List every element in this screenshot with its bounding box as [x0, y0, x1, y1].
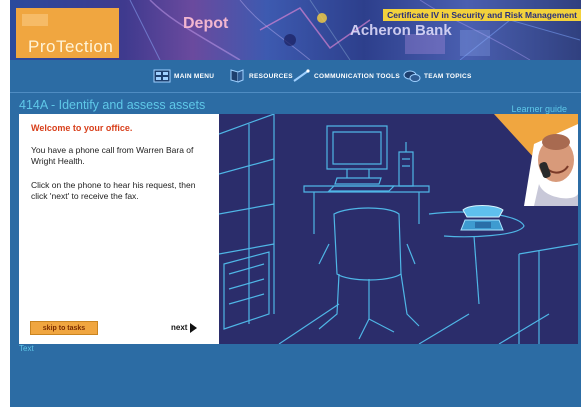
nav-communication-tools-label: COMMUNICATION TOOLS	[314, 72, 400, 80]
communication-tools-icon	[293, 69, 310, 82]
skip-to-tasks-button[interactable]: skip to tasks	[30, 321, 98, 335]
phone-call-message: You have a phone call from Warren Bara o…	[31, 145, 194, 166]
depot-label: Depot	[183, 15, 229, 32]
caller-photo	[494, 114, 578, 206]
resources-icon	[230, 69, 244, 83]
logo-accent	[22, 14, 48, 26]
nav-team-topics[interactable]: TEAM TOPICS	[403, 68, 472, 84]
next-arrow-icon	[190, 322, 198, 333]
nav-communication-tools[interactable]: COMMUNICATION TOOLS	[293, 68, 400, 84]
text-link[interactable]: Text	[19, 344, 34, 353]
page-title: 414A - Identify and assess assets	[19, 98, 206, 112]
protection-logo: ProTection	[28, 37, 114, 56]
team-topics-icon	[403, 70, 421, 82]
nav-main-menu-label: MAIN MENU	[174, 72, 215, 80]
next-label: next	[171, 323, 188, 332]
welcome-heading: Welcome to your office.	[31, 123, 133, 133]
main-nav: MAIN MENU RESOURCES COMMUNICATION TOOLS …	[10, 60, 581, 92]
nav-resources[interactable]: RESOURCES	[228, 68, 293, 84]
nav-divider	[10, 92, 581, 93]
certificate-badge: Certificate IV in Security and Risk Mana…	[383, 9, 581, 21]
app-frame: ProTection Depot Acheron Bank Certificat…	[10, 0, 581, 407]
office-scene	[219, 114, 578, 344]
main-menu-icon	[153, 69, 171, 83]
nav-resources-label: RESOURCES	[249, 72, 293, 80]
instruction-panel: Welcome to your office. You have a phone…	[19, 114, 219, 344]
nav-main-menu[interactable]: MAIN MENU	[153, 68, 214, 84]
learner-guide-link[interactable]: Learner guide	[511, 104, 567, 114]
header-banner: ProTection Depot Acheron Bank Certificat…	[10, 0, 581, 60]
instructions-message: Click on the phone to hear his request, …	[31, 180, 196, 201]
bank-label: Acheron Bank	[350, 22, 452, 39]
next-button[interactable]: next	[171, 321, 198, 334]
nav-team-topics-label: TEAM TOPICS	[424, 72, 472, 80]
